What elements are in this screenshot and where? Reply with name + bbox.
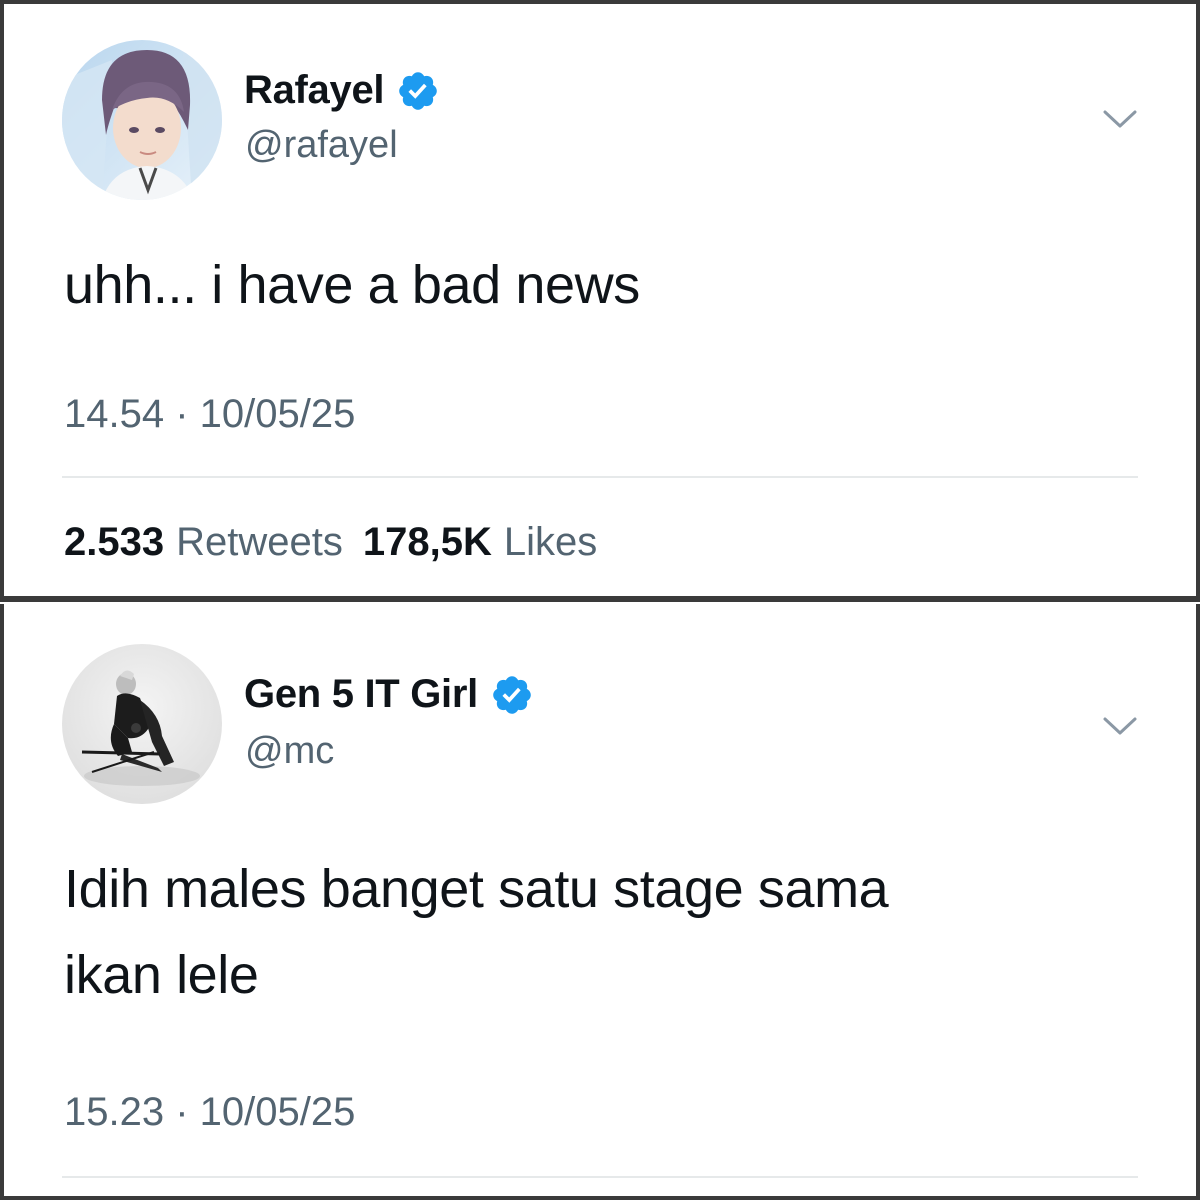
tweet-text-line-1: Idih males banget satu stage sama	[64, 859, 889, 919]
tweet-timestamp[interactable]: 15.23 · 10/05/25	[64, 1090, 355, 1135]
retweets-label: Retweets	[176, 520, 343, 564]
user-handle[interactable]: @mc	[245, 730, 334, 773]
separator	[62, 1176, 1138, 1178]
display-name[interactable]: Gen 5 IT Girl	[244, 672, 478, 717]
display-name[interactable]: Rafayel	[244, 68, 385, 113]
tweet-timestamp[interactable]: 14.54 · 10/05/25	[64, 392, 355, 437]
profile-photo-icon	[62, 644, 222, 804]
chevron-down-icon[interactable]	[1102, 714, 1138, 738]
likes-count: 178,5K	[362, 520, 492, 564]
author-row: Rafayel	[244, 68, 440, 113]
tweet-text: Idih males banget satu stage sama ikan l…	[64, 846, 1144, 1018]
retweets-stat[interactable]: 2.533 Retweets	[64, 520, 343, 565]
avatar[interactable]	[62, 40, 222, 200]
chevron-down-icon[interactable]	[1102, 107, 1138, 131]
tweet-text: uhh... i have a bad news	[64, 255, 640, 315]
verified-badge-icon	[493, 675, 531, 714]
user-handle[interactable]: @rafayel	[245, 124, 398, 167]
author-row: Gen 5 IT Girl	[244, 672, 534, 717]
tweet-card-1[interactable]: Rafayel @rafayel uhh... i have a bad new…	[4, 4, 1196, 596]
profile-photo-icon	[62, 40, 222, 200]
engagement-stats: 2.533 Retweets 178,5K Likes	[64, 520, 597, 565]
likes-label: Likes	[503, 520, 598, 564]
tweet-text-line-2: ikan lele	[64, 945, 259, 1005]
separator	[62, 476, 1138, 478]
avatar[interactable]	[62, 644, 222, 804]
panel-divider	[0, 596, 1200, 604]
tweet-card-2[interactable]: Gen 5 IT Girl @mc Idih males banget satu…	[4, 606, 1196, 1196]
retweets-count: 2.533	[64, 520, 165, 564]
likes-stat[interactable]: 178,5K Likes	[363, 520, 597, 565]
verified-badge-icon	[399, 71, 438, 110]
